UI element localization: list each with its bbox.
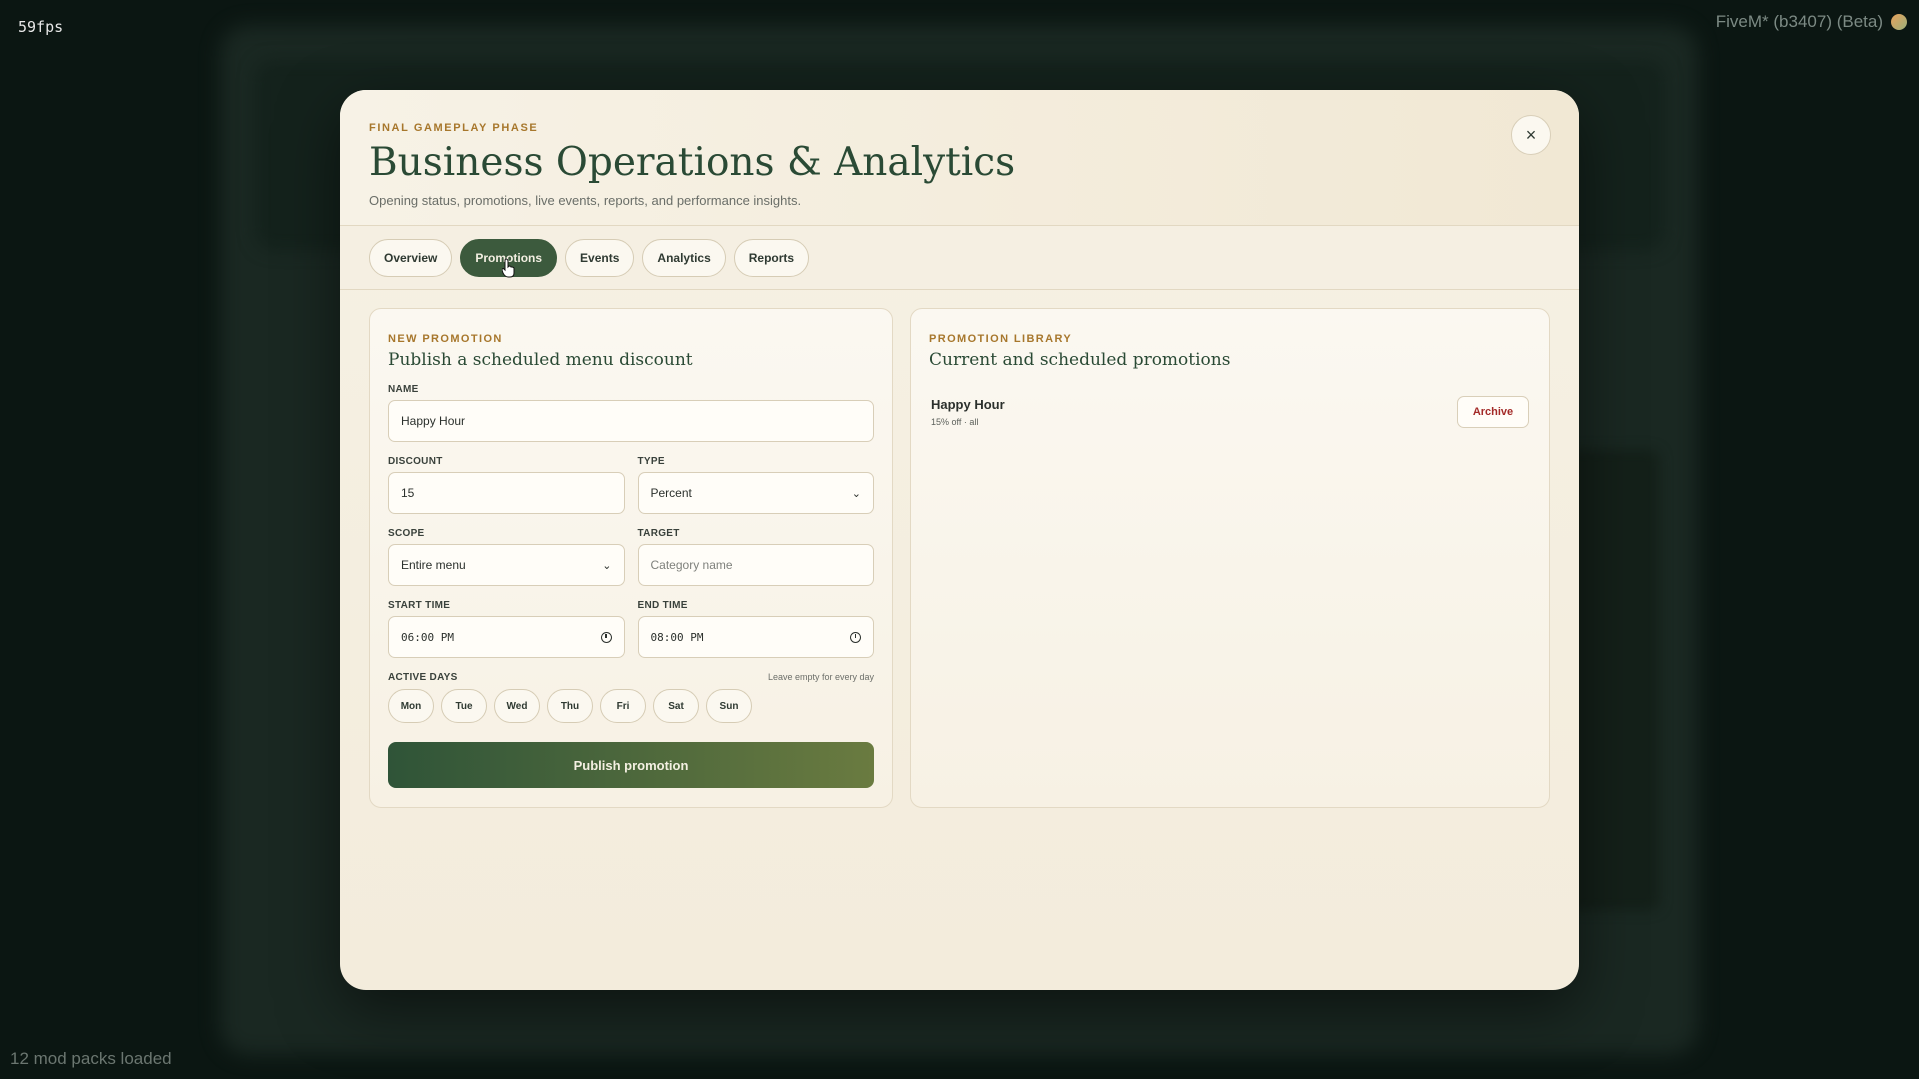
promotion-meta: 15% off · all: [931, 417, 979, 427]
day-toggle-thu[interactable]: Thu: [547, 689, 593, 723]
mods-loaded-status: 12 mod packs loaded: [10, 1049, 172, 1068]
day-toggle-sat[interactable]: Sat: [653, 689, 699, 723]
new-promotion-card: NEW PROMOTION Publish a scheduled menu d…: [369, 308, 893, 808]
promotion-library-title: Current and scheduled promotions: [929, 350, 1231, 370]
tab-events[interactable]: Events: [565, 238, 635, 277]
client-title: FiveM* (b3407) (Beta): [1715, 12, 1883, 31]
chevron-down-icon: ⌄: [602, 559, 612, 572]
promotions-content: NEW PROMOTION Publish a scheduled menu d…: [340, 290, 1579, 826]
modal-header: FINAL GAMEPLAY PHASE Business Operations…: [340, 90, 1579, 226]
scope-select[interactable]: Entire menu ⌄: [388, 544, 625, 586]
start-time-label: START TIME: [388, 600, 451, 611]
publish-promotion-button[interactable]: Publish promotion: [388, 742, 874, 788]
target-placeholder: Category name: [650, 558, 733, 572]
scope-label: SCOPE: [388, 528, 425, 539]
discount-label: DISCOUNT: [388, 456, 443, 467]
discount-value: 15: [401, 486, 415, 500]
promotion-name: Happy Hour: [931, 397, 1005, 412]
type-label: TYPE: [637, 456, 665, 467]
active-days-label: ACTIVE DAYS: [388, 672, 458, 683]
tab-reports[interactable]: Reports: [733, 238, 810, 277]
discount-input[interactable]: 15: [388, 472, 625, 514]
day-toggle-fri[interactable]: Fri: [600, 689, 646, 723]
fivem-logo-icon: [1891, 14, 1907, 30]
business-operations-modal: FINAL GAMEPLAY PHASE Business Operations…: [340, 90, 1579, 990]
day-toggle-sun[interactable]: Sun: [706, 689, 752, 723]
discount-field-group: DISCOUNT 15: [388, 456, 625, 514]
fps-counter: 59fps: [18, 18, 64, 36]
promotion-list-item: Happy Hour 15% off · all Archive: [929, 396, 1531, 428]
day-toggle-wed[interactable]: Wed: [494, 689, 540, 723]
target-input[interactable]: Category name: [637, 544, 874, 586]
promotion-library-eyebrow: PROMOTION LIBRARY: [929, 333, 1073, 345]
scope-field-group: SCOPE Entire menu ⌄: [388, 528, 625, 586]
active-days-picker: Mon Tue Wed Thu Fri Sat Sun: [388, 689, 874, 723]
day-toggle-tue[interactable]: Tue: [441, 689, 487, 723]
modal-title: Business Operations & Analytics: [369, 140, 1016, 185]
close-button[interactable]: ×: [1511, 115, 1551, 155]
target-label: TARGET: [637, 528, 680, 539]
active-days-hint: Leave empty for every day: [767, 672, 874, 682]
tab-overview[interactable]: Overview: [369, 238, 453, 277]
type-field-group: TYPE Percent ⌄: [637, 456, 874, 514]
type-value: Percent: [650, 486, 692, 500]
clock-icon[interactable]: [850, 631, 861, 643]
scope-value: Entire menu: [401, 558, 466, 572]
client-version: FiveM* (b3407) (Beta): [1716, 12, 1907, 32]
end-time-input[interactable]: 08:00 PM: [637, 616, 874, 658]
promotion-library-card: PROMOTION LIBRARY Current and scheduled …: [910, 308, 1550, 808]
target-field-group: TARGET Category name: [637, 528, 874, 586]
type-select[interactable]: Percent ⌄: [637, 472, 874, 514]
new-promotion-eyebrow: NEW PROMOTION: [388, 333, 503, 345]
name-value: Happy Hour: [401, 414, 466, 428]
start-time-field-group: START TIME 06:00 PM: [388, 600, 625, 658]
modal-subtitle: Opening status, promotions, live events,…: [369, 192, 802, 208]
mouse-pointer-icon: [502, 258, 515, 278]
new-promotion-title: Publish a scheduled menu discount: [388, 350, 693, 370]
start-time-value: 06:00 PM: [401, 630, 454, 644]
name-field-group: NAME Happy Hour: [388, 384, 874, 442]
end-time-value: 08:00 PM: [650, 630, 704, 644]
chevron-down-icon: ⌄: [851, 487, 861, 500]
end-time-field-group: END TIME 08:00 PM: [637, 600, 874, 658]
tab-analytics[interactable]: Analytics: [642, 238, 726, 277]
start-time-input[interactable]: 06:00 PM: [388, 616, 625, 658]
name-label: NAME: [388, 384, 419, 395]
clock-icon[interactable]: [600, 631, 612, 643]
archive-button[interactable]: Archive: [1457, 396, 1529, 428]
close-icon: ×: [1525, 124, 1537, 145]
name-input[interactable]: Happy Hour: [388, 400, 874, 442]
tab-bar: Overview Promotions Events Analytics Rep…: [340, 226, 1579, 290]
end-time-label: END TIME: [637, 600, 688, 611]
day-toggle-mon[interactable]: Mon: [388, 689, 434, 723]
active-days-header: ACTIVE DAYS Leave empty for every day: [388, 672, 874, 683]
modal-eyebrow: FINAL GAMEPLAY PHASE: [369, 122, 539, 134]
